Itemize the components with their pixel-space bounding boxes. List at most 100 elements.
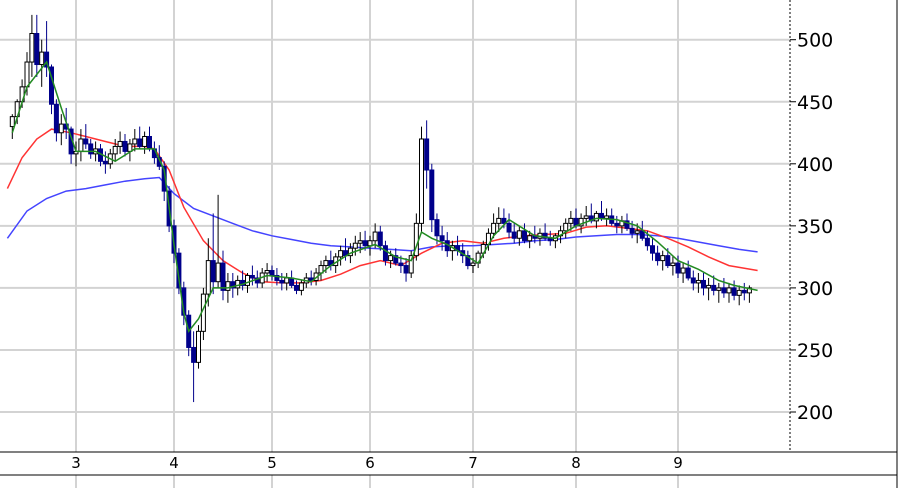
candle-body [721,287,727,294]
candle-body [39,51,45,66]
candle [215,194,221,288]
candle-body [424,138,430,171]
candle-body [660,255,666,262]
candle-body [470,262,476,267]
candle-body [269,270,275,276]
candle-body [711,284,717,291]
x-tick-label: 3 [71,454,81,472]
candle-body [147,135,152,150]
candle [695,273,701,293]
candle-body [382,245,388,262]
candle-body [117,140,123,147]
candle-body [716,287,722,291]
candle-body [112,145,118,155]
candle-body [53,103,59,134]
candle-body [604,215,610,219]
candle [706,277,712,301]
candle [102,151,108,174]
candle [88,138,94,159]
candle-body [563,222,569,232]
candle-body [685,267,691,279]
candle-body [655,252,661,262]
candle-body [372,231,378,242]
candle [34,14,40,77]
candle-body [701,279,706,289]
candle [127,138,133,162]
candle-body [298,282,304,291]
candle-body [506,222,512,233]
candle [269,265,275,281]
candle-body [78,138,84,152]
candle-body [88,143,94,155]
candle-body [132,138,138,145]
candle-body [434,219,440,237]
x-tick-label: 5 [267,454,277,472]
y-tick-label: 500 [797,30,833,52]
candle-body [377,231,383,247]
candle [200,287,206,341]
candle [142,131,148,154]
candle [249,265,255,286]
candle-body [29,32,35,63]
candle [132,129,138,152]
candle [552,233,558,249]
candle-body [675,262,681,274]
candle [29,14,35,77]
candle-body [122,140,128,152]
candle [137,126,143,149]
candle-body [196,330,201,363]
grid [0,0,790,488]
candle [680,263,686,283]
candle-body [367,240,373,247]
candle-body [439,235,445,242]
candle-body [102,160,108,165]
candle-body [357,240,363,244]
candle-body [496,217,502,224]
candle [122,134,128,157]
x-tick-label: 6 [365,454,375,472]
candle-body [629,227,635,234]
candle-body [34,32,40,66]
candle [413,213,419,261]
candle [701,273,706,296]
candle-body [352,242,358,249]
y-tick-label: 400 [797,154,833,176]
candle-body [294,284,299,291]
price-chart: 500 450 400 350 300 250 200 3 4 5 6 7 8 9 [0,0,898,488]
candle [465,250,471,270]
candlesticks [9,14,752,403]
candle-body [264,270,270,274]
candle-body [362,240,368,247]
candle-body [516,230,522,239]
y-tick-label: 250 [797,340,833,362]
candle-body [491,222,497,234]
candle-body [731,287,737,296]
candle [264,263,270,282]
y-tick-label: 200 [797,402,833,424]
y-tick-label: 300 [797,278,833,300]
candle-body [9,116,15,128]
candle-body [741,289,747,294]
candle-body [191,346,197,363]
candle [741,282,747,301]
candle-body [690,277,696,284]
candle [338,245,344,266]
candle-body [593,212,599,222]
candle-body [289,277,295,286]
candle-body [235,279,241,289]
candle-body [511,231,517,239]
candle-body [650,245,655,254]
candle [670,255,676,276]
candle [289,270,295,288]
candle [726,282,732,303]
candle-body [522,230,527,242]
candle-body [419,138,424,224]
candle-body [403,265,409,274]
candle-body [634,230,640,234]
candle [650,238,655,261]
candle [419,126,424,233]
candle [655,245,661,266]
candle-body [726,287,732,294]
y-axis-ticks: 500 450 400 350 300 250 200 [790,30,833,424]
candle-body [527,235,533,242]
